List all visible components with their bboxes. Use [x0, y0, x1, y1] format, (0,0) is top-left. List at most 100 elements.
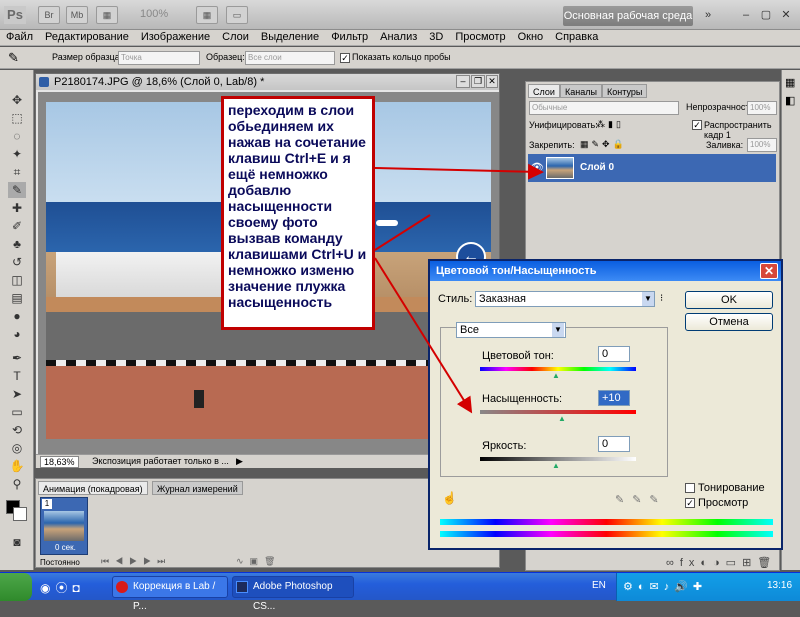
dialog-close-icon[interactable]: ✕	[760, 263, 778, 279]
view-extras-button[interactable]: ▦	[96, 6, 118, 24]
tab-measurement-log[interactable]: Журнал измерений	[152, 481, 243, 495]
stamp-tool-icon[interactable]: ♣	[8, 236, 26, 252]
opacity-input[interactable]: 100%	[747, 101, 777, 115]
close-icon[interactable]: ✕	[778, 7, 794, 23]
preview-checkbox[interactable]: ✓	[685, 498, 695, 508]
tab-animation[interactable]: Анимация (покадровая)	[38, 481, 148, 495]
colorize-checkbox[interactable]	[685, 483, 695, 493]
tab-layers[interactable]: Слои	[528, 84, 560, 98]
frame-delay[interactable]: 0 сек.	[55, 543, 76, 552]
blur-tool-icon[interactable]: ●	[8, 308, 26, 324]
menu-image[interactable]: Изображение	[135, 30, 216, 44]
blend-mode-select[interactable]: Обычные	[529, 101, 679, 115]
layer-row[interactable]: 👁 Слой 0	[528, 154, 776, 182]
style-select[interactable]: Заказная	[475, 291, 655, 307]
menu-window[interactable]: Окно	[512, 30, 550, 44]
history-brush-tool-icon[interactable]: ↺	[8, 254, 26, 270]
move-tool-icon[interactable]: ✥	[8, 92, 26, 108]
doc-close-icon[interactable]: ✕	[486, 75, 498, 88]
zoom-level[interactable]: 100%	[140, 8, 168, 20]
tab-channels[interactable]: Каналы	[560, 84, 602, 98]
doc-minimize-icon[interactable]: –	[456, 75, 470, 88]
gradient-tool-icon[interactable]: ▤	[8, 290, 26, 306]
dock-icon-2[interactable]: ◧	[785, 94, 795, 107]
hue-input[interactable]: 0	[598, 346, 630, 362]
playback-controls[interactable]: ⏮◀▶▶⏭	[101, 556, 171, 567]
saturation-slider-thumb[interactable]: ▲	[558, 414, 566, 423]
tray-icons[interactable]: ⚙◐✉♪🔊✚	[623, 580, 707, 593]
maximize-icon[interactable]: ▢	[758, 7, 774, 23]
pen-tool-icon[interactable]: ✒	[8, 350, 26, 366]
path-select-tool-icon[interactable]: ➤	[8, 386, 26, 402]
dodge-tool-icon[interactable]: ◕	[8, 326, 26, 342]
doc-status-text[interactable]: Экспозиция работает только в ...	[92, 456, 229, 466]
hand-tool-icon[interactable]: ✋	[8, 458, 26, 474]
quick-mask-icon[interactable]: ◙	[8, 534, 26, 550]
style-options-icon[interactable]: ⁝	[660, 293, 663, 304]
targeted-adjust-icon[interactable]: ☝	[442, 491, 457, 505]
frame-tools[interactable]: ∿▣🗑	[236, 556, 281, 567]
range-select[interactable]: Все	[456, 322, 566, 338]
cancel-button[interactable]: Отмена	[685, 313, 773, 331]
arrange-docs-button[interactable]: ▦	[196, 6, 218, 24]
lightness-slider-thumb[interactable]: ▲	[552, 461, 560, 470]
menu-view[interactable]: Просмотр	[449, 30, 511, 44]
quick-select-tool-icon[interactable]: ✦	[8, 146, 26, 162]
screen-mode-button[interactable]: ▭	[226, 6, 248, 24]
dialog-title[interactable]: Цветовой тон/Насыщенность	[430, 261, 781, 281]
eyedropper-icons[interactable]: ✎✎✎	[615, 493, 667, 506]
chevron-down-icon[interactable]: ▼	[642, 292, 654, 306]
task-photoshop[interactable]: Adobe Photoshop CS...	[232, 576, 354, 612]
menu-file[interactable]: Файл	[0, 30, 39, 44]
tab-paths[interactable]: Контуры	[602, 84, 648, 98]
menu-help[interactable]: Справка	[549, 30, 604, 44]
shape-tool-icon[interactable]: ▭	[8, 404, 26, 420]
propagate-checkbox[interactable]: ✓	[692, 120, 702, 130]
eye-icon[interactable]: 👁	[530, 161, 544, 174]
crop-tool-icon[interactable]: ⌗	[8, 164, 26, 180]
status-arrow-icon[interactable]: ▶	[236, 456, 243, 467]
menu-edit[interactable]: Редактирование	[39, 30, 135, 44]
layer-footer-icons[interactable]: ∞fx◐◑▭⊞🗑	[666, 556, 777, 569]
lock-icons[interactable]: ▦✎✥🔒	[580, 139, 627, 150]
zoom-tool-icon[interactable]: ⚲	[8, 476, 26, 492]
loop-select[interactable]: Постоянно	[40, 558, 80, 567]
minibridge-button[interactable]: Mb	[66, 6, 88, 24]
menu-layers[interactable]: Слои	[216, 30, 255, 44]
healing-tool-icon[interactable]: ✚	[8, 200, 26, 216]
menu-analysis[interactable]: Анализ	[374, 30, 423, 44]
doc-zoom-field[interactable]: 18,63%	[40, 456, 79, 468]
type-tool-icon[interactable]: T	[8, 368, 26, 384]
3d-rotate-tool-icon[interactable]: ⟲	[8, 422, 26, 438]
dock-icon-1[interactable]: ▦	[785, 76, 795, 89]
saturation-input[interactable]: +10	[598, 390, 630, 406]
menu-select[interactable]: Выделение	[255, 30, 325, 44]
animation-frame[interactable]: 1 0 сек.	[40, 497, 88, 555]
bridge-button[interactable]: Br	[38, 6, 60, 24]
start-button[interactable]	[0, 573, 32, 601]
brush-tool-icon[interactable]: ✐	[8, 218, 26, 234]
workspace-button[interactable]: Основная рабочая среда	[563, 6, 693, 26]
ok-button[interactable]: OK	[685, 291, 773, 309]
language-indicator[interactable]: EN	[592, 580, 606, 591]
lightness-input[interactable]: 0	[598, 436, 630, 452]
3d-orbit-tool-icon[interactable]: ◎	[8, 440, 26, 456]
menu-3d[interactable]: 3D	[423, 30, 449, 44]
menu-filter[interactable]: Фильтр	[325, 30, 374, 44]
show-ring-checkbox[interactable]: ✓	[340, 53, 350, 63]
task-correction-lab[interactable]: Коррекция в Lab / P...	[112, 576, 228, 612]
lasso-tool-icon[interactable]: ◌	[8, 128, 26, 144]
range-chevron-icon[interactable]: ▼	[552, 323, 564, 337]
background-color-swatch[interactable]	[13, 507, 27, 521]
chevron-right-icon[interactable]: »	[700, 7, 716, 23]
sample-size-select[interactable]: Точка	[118, 51, 200, 65]
hue-slider-thumb[interactable]: ▲	[552, 371, 560, 380]
eyedropper-icon[interactable]: ✎	[8, 50, 19, 66]
fill-input[interactable]: 100%	[747, 138, 777, 152]
doc-restore-icon[interactable]: ❐	[471, 75, 485, 88]
sample-select[interactable]: Все слои	[245, 51, 335, 65]
eyedropper-tool-icon[interactable]: ✎	[8, 182, 26, 198]
quick-launch-icons[interactable]: ◉⦿◘	[40, 579, 85, 596]
layer-name[interactable]: Слой 0	[580, 162, 614, 173]
unify-icons[interactable]: ⁂▮▯	[596, 119, 624, 130]
